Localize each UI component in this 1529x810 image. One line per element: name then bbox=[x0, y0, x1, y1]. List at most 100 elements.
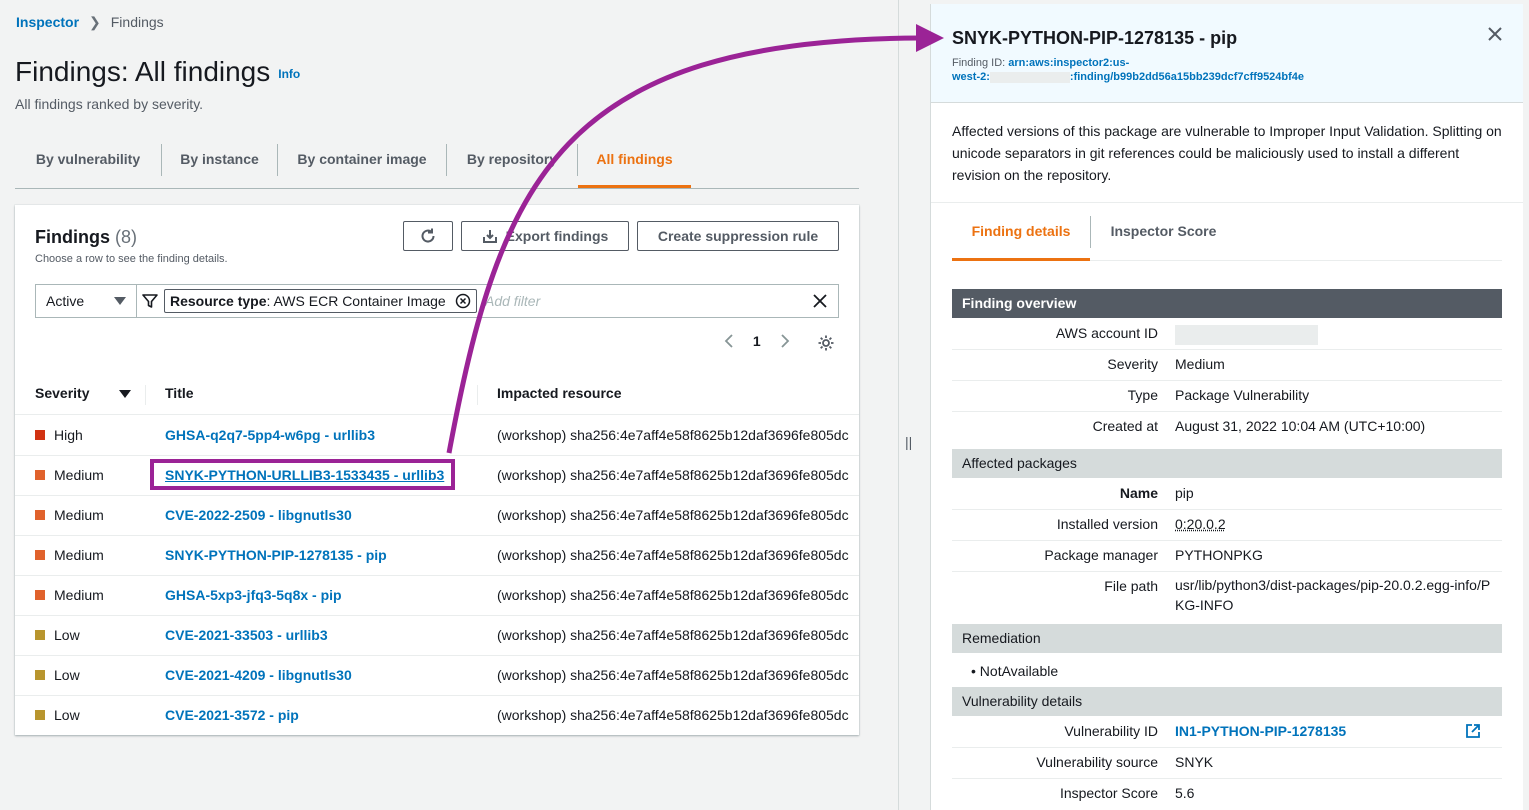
page-number[interactable]: 1 bbox=[753, 333, 761, 349]
column-header-title[interactable]: Title bbox=[165, 385, 194, 401]
chevron-right-icon[interactable] bbox=[779, 333, 791, 349]
tab-by-repository[interactable]: By repository bbox=[447, 140, 577, 186]
findings-heading: Findings (8) bbox=[35, 227, 137, 248]
breadcrumb: Inspector ❯ Findings bbox=[16, 14, 164, 31]
table-row[interactable]: Medium CVE-2022-2509 - libgnutls30 (work… bbox=[15, 495, 859, 536]
close-icon[interactable] bbox=[1487, 26, 1503, 42]
value-package-manager: PYTHONPKG bbox=[1175, 547, 1263, 563]
row-resource: (workshop) sha256:4e7aff4e58f8625b12daf3… bbox=[497, 667, 849, 683]
create-suppression-rule-button[interactable]: Create suppression rule bbox=[637, 221, 839, 251]
label-type: Type bbox=[1127, 387, 1158, 403]
external-link-icon[interactable] bbox=[1466, 724, 1480, 738]
vulnerability-id-link[interactable]: IN1-PYTHON-PIP-1278135 bbox=[1175, 721, 1495, 741]
add-filter-input[interactable]: Add filter bbox=[485, 293, 540, 309]
column-divider bbox=[145, 385, 146, 405]
label-vulnerability-source: Vulnerability source bbox=[1036, 754, 1158, 770]
row-inspector-score: Inspector Score 5.6 bbox=[952, 778, 1502, 809]
label-package-manager: Package manager bbox=[1044, 547, 1158, 563]
value-created-at: August 31, 2022 10:04 AM (UTC+10:00) bbox=[1175, 418, 1426, 434]
findings-tabs: By vulnerability By instance By containe… bbox=[15, 140, 859, 189]
column-divider bbox=[477, 385, 478, 405]
description-divider bbox=[931, 202, 1523, 203]
row-severity: Low bbox=[54, 707, 80, 723]
findings-description: Choose a row to see the finding details. bbox=[35, 253, 228, 265]
filter-token[interactable]: Resource type: AWS ECR Container Image bbox=[164, 289, 477, 313]
finding-title-link[interactable]: CVE-2022-2509 - libgnutls30 bbox=[165, 507, 352, 523]
value-file-path: usr/lib/python3/dist-packages/pip-20.0.2… bbox=[1175, 577, 1491, 613]
finding-title-link[interactable]: GHSA-5xp3-jfq3-5q8x - pip bbox=[165, 587, 342, 603]
table-row[interactable]: Medium GHSA-5xp3-jfq3-5q8x - pip (worksh… bbox=[15, 575, 859, 616]
row-resource: (workshop) sha256:4e7aff4e58f8625b12daf3… bbox=[497, 467, 849, 483]
tab-by-instance[interactable]: By instance bbox=[162, 140, 277, 186]
filter-token-key: Resource type bbox=[170, 293, 267, 309]
severity-low-icon bbox=[35, 630, 45, 640]
row-severity: Low bbox=[54, 667, 80, 683]
finding-title-link[interactable]: CVE-2021-33503 - urllib3 bbox=[165, 627, 328, 643]
finding-title-link[interactable]: CVE-2021-4209 - libgnutls30 bbox=[165, 667, 352, 683]
chevron-right-icon: ❯ bbox=[89, 14, 101, 30]
finding-title-link[interactable]: CVE-2021-3572 - pip bbox=[165, 707, 299, 723]
finding-description: Affected versions of this package are vu… bbox=[952, 123, 1502, 183]
main-content: Inspector ❯ Findings Findings: All finding… bbox=[0, 0, 898, 810]
remediation-item: • NotAvailable bbox=[971, 663, 1059, 679]
remove-filter-icon[interactable] bbox=[455, 293, 471, 309]
tab-by-container-image[interactable]: By container image bbox=[278, 140, 446, 186]
finding-detail-panel: SNYK-PYTHON-PIP-1278135 - pip Finding ID… bbox=[930, 4, 1523, 810]
finding-id-link[interactable]: :finding/b99b2dd56a15bb239dcf7cff9524bf4… bbox=[1070, 71, 1304, 83]
breadcrumb-current: Findings bbox=[110, 14, 164, 30]
tab-by-vulnerability[interactable]: By vulnerability bbox=[15, 140, 161, 186]
row-created-at: Created at August 31, 2022 10:04 AM (UTC… bbox=[952, 411, 1502, 442]
chevron-left-icon[interactable] bbox=[723, 333, 735, 349]
value-installed-version[interactable]: 0:20.0.2 bbox=[1175, 514, 1495, 534]
info-link[interactable]: Info bbox=[278, 67, 300, 81]
tab-finding-details[interactable]: Finding details bbox=[952, 212, 1090, 261]
label-severity: Severity bbox=[1107, 356, 1158, 372]
table-row[interactable]: Low CVE-2021-33503 - urllib3 (workshop) … bbox=[15, 615, 859, 656]
severity-medium-icon bbox=[35, 590, 45, 600]
table-row[interactable]: Low CVE-2021-4209 - libgnutls30 (worksho… bbox=[15, 655, 859, 696]
refresh-icon bbox=[421, 228, 435, 243]
table-row[interactable]: Low CVE-2021-3572 - pip (workshop) sha25… bbox=[15, 695, 859, 735]
finding-id-link[interactable]: arn:aws:inspector2:us- bbox=[1008, 57, 1129, 69]
tab-inspector-score[interactable]: Inspector Score bbox=[1091, 212, 1236, 258]
severity-medium-icon bbox=[35, 550, 45, 560]
refresh-button[interactable] bbox=[403, 221, 453, 251]
finding-id: Finding ID: arn:aws:inspector2:us- west-… bbox=[952, 56, 1392, 84]
value-inspector-score: 5.6 bbox=[1175, 785, 1195, 801]
row-type: Type Package Vulnerability bbox=[952, 380, 1502, 412]
export-findings-button[interactable]: Export findings bbox=[461, 221, 629, 251]
label-name: Name bbox=[1119, 485, 1158, 501]
severity-high-icon bbox=[35, 430, 45, 440]
row-severity: Medium bbox=[54, 587, 104, 603]
settings-gear-icon[interactable] bbox=[817, 334, 835, 352]
table-row[interactable]: High GHSA-q2q7-5pp4-w6pg - urllib3 (work… bbox=[15, 415, 859, 456]
row-resource: (workshop) sha256:4e7aff4e58f8625b12daf3… bbox=[497, 547, 849, 563]
page-title-text: Findings: All findings bbox=[15, 56, 271, 87]
clear-filters-icon[interactable] bbox=[812, 293, 828, 309]
highlight-box bbox=[150, 459, 455, 490]
label-vulnerability-id: Vulnerability ID bbox=[1064, 723, 1158, 739]
value-vulnerability-source: SNYK bbox=[1175, 754, 1214, 770]
row-severity: High bbox=[54, 427, 83, 443]
breadcrumb-inspector[interactable]: Inspector bbox=[16, 14, 79, 30]
column-header-resource[interactable]: Impacted resource bbox=[497, 385, 622, 401]
severity-low-icon bbox=[35, 710, 45, 720]
tab-all-findings[interactable]: All findings bbox=[578, 140, 691, 188]
status-select[interactable]: Active bbox=[36, 285, 137, 317]
row-vulnerability-id: Vulnerability ID IN1-PYTHON-PIP-1278135 bbox=[952, 716, 1502, 748]
sort-caret-icon[interactable] bbox=[119, 390, 132, 398]
row-installed-version: Installed version 0:20.0.2 bbox=[952, 509, 1502, 541]
findings-count: (8) bbox=[115, 227, 138, 247]
column-header-severity[interactable]: Severity bbox=[35, 385, 132, 401]
finding-id-link[interactable]: west-2: bbox=[952, 71, 990, 83]
drag-handle-icon[interactable]: || bbox=[905, 434, 912, 450]
finding-title-link[interactable]: SNYK-PYTHON-PIP-1278135 - pip bbox=[165, 547, 387, 563]
split-divider bbox=[898, 0, 899, 810]
table-row[interactable]: Medium SNYK-PYTHON-PIP-1278135 - pip (wo… bbox=[15, 535, 859, 576]
section-remediation: Remediation bbox=[952, 624, 1502, 653]
filter-token-value: : AWS ECR Container Image bbox=[266, 293, 446, 309]
finding-title-link[interactable]: GHSA-q2q7-5pp4-w6pg - urllib3 bbox=[165, 427, 375, 443]
row-severity: Severity Medium bbox=[952, 349, 1502, 381]
row-package-manager: Package manager PYTHONPKG bbox=[952, 540, 1502, 572]
section-vulnerability-details: Vulnerability details bbox=[952, 687, 1502, 716]
